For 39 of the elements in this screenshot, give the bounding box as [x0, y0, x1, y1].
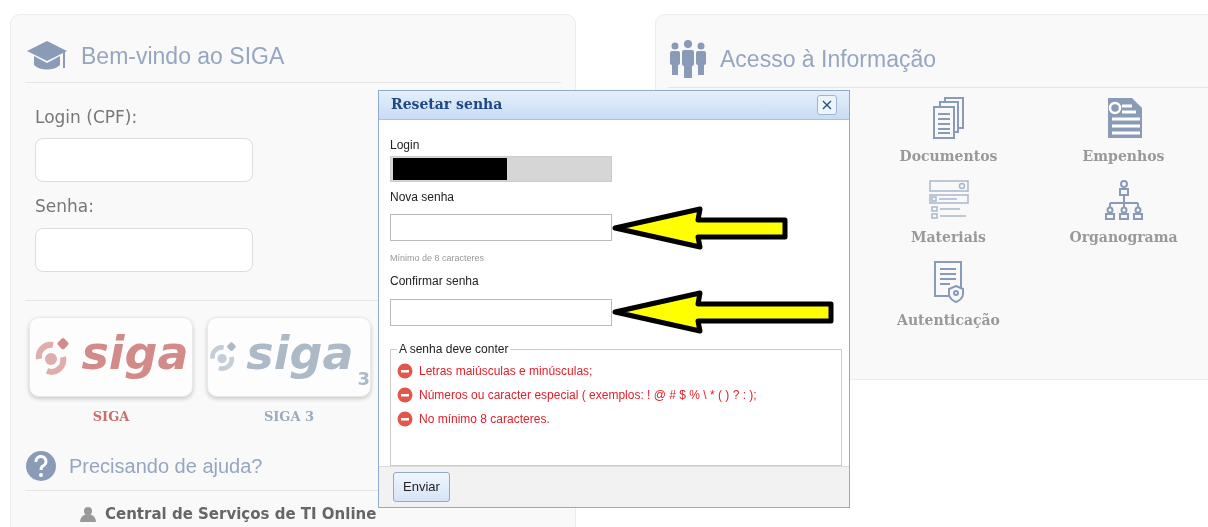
field-label: Nova senha: [390, 188, 455, 206]
logo-subscript: 3: [357, 366, 370, 391]
password-field[interactable]: [390, 214, 612, 242]
close-button[interactable]: ×: [817, 94, 837, 115]
arrow-annotation-icon: [612, 290, 834, 335]
field-label: Login: [390, 136, 420, 154]
system-label: SIGA 3: [263, 407, 315, 426]
panel-title: Acesso à Informação: [720, 44, 937, 74]
submit-button[interactable]: Enviar: [393, 472, 450, 503]
information-link[interactable]: Empenhos: [1082, 146, 1165, 167]
information-link[interactable]: Documentos: [899, 146, 998, 167]
field-hint: Mínimo de 8 caracteres: [390, 251, 485, 265]
text-field[interactable]: [35, 138, 253, 182]
help-link[interactable]: Central de Serviços de TI Online: [105, 503, 377, 526]
documents-icon: [930, 96, 967, 140]
panel-title: Bem-vindo ao SIGA: [81, 42, 285, 71]
person-icon: [79, 506, 97, 523]
requirement-text: No mínimo 8 caracteres.: [419, 411, 550, 429]
certificate-icon: [931, 260, 966, 304]
org-chart-icon: [1103, 179, 1144, 221]
field-label: Senha:: [35, 195, 94, 218]
help-icon: [25, 450, 57, 482]
arrow-annotation-icon: [612, 205, 788, 250]
field-label: Login (CPF):: [35, 105, 138, 129]
requirement-text: Letras maiúsculas e minúsculas;: [419, 363, 593, 381]
information-link[interactable]: Materiais: [911, 227, 986, 248]
text-field[interactable]: [35, 227, 253, 272]
system-label: SIGA: [92, 407, 130, 426]
section-title: Precisando de ajuda?: [69, 454, 263, 479]
requirements-title: A senha deve conter: [398, 341, 510, 359]
dialog-title: Resetar senha: [391, 95, 503, 115]
field-label: Confirmar senha: [390, 273, 479, 291]
requirement-text: Números ou caracter especial ( exemplos: ! @ # $ % \ * ( ) ? : );: [419, 387, 757, 405]
password-field[interactable]: [390, 298, 612, 326]
people-group-icon: [668, 39, 708, 79]
list-window-icon: [928, 179, 969, 221]
information-link[interactable]: Autenticação: [897, 310, 1000, 331]
system-logo-tile[interactable]: siga: [29, 316, 193, 397]
information-link[interactable]: Organograma: [1069, 227, 1178, 248]
